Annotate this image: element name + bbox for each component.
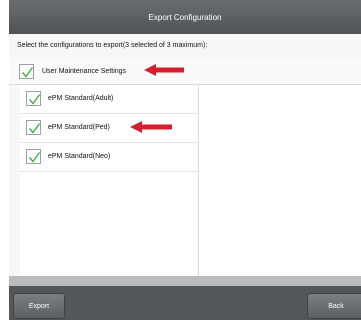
export-button-label: Export: [28, 302, 50, 310]
ped-label: ePM Standard(Ped): [48, 124, 110, 131]
user-maintenance-label: User Maintenance Settings: [42, 68, 127, 75]
arrow-left-icon: [130, 121, 172, 133]
check-icon: [28, 123, 41, 134]
arrow-left-icon: [144, 64, 184, 76]
export-configuration-dialog: Export Configuration Select the configur…: [9, 0, 361, 320]
user-maintenance-checkbox[interactable]: [19, 64, 34, 79]
instruction-text: Select the configurations to export(3 se…: [17, 42, 208, 49]
back-button[interactable]: Back: [307, 293, 361, 319]
list-item-adult[interactable]: ePM Standard(Adult): [20, 85, 198, 114]
neo-label: ePM Standard(Neo): [48, 153, 111, 160]
adult-checkbox[interactable]: [26, 91, 41, 106]
dialog-title: Export Configuration: [148, 12, 222, 22]
check-icon: [28, 152, 41, 163]
ped-checkbox[interactable]: [26, 120, 41, 135]
details-panel: [199, 85, 361, 276]
list-item-neo[interactable]: ePM Standard(Neo): [20, 143, 198, 172]
export-button[interactable]: Export: [13, 293, 65, 319]
list-item-ped[interactable]: ePM Standard(Ped): [20, 114, 198, 143]
dialog-titlebar: Export Configuration: [9, 0, 361, 34]
back-button-label: Back: [328, 302, 344, 310]
user-maintenance-row[interactable]: User Maintenance Settings: [9, 58, 361, 85]
check-icon: [28, 94, 41, 105]
configuration-list: ePM Standard(Adult) ePM Standard(Ped) eP…: [20, 85, 199, 276]
neo-checkbox[interactable]: [26, 149, 41, 164]
check-icon: [21, 67, 34, 78]
divider: [9, 276, 361, 286]
adult-label: ePM Standard(Adult): [48, 95, 114, 102]
